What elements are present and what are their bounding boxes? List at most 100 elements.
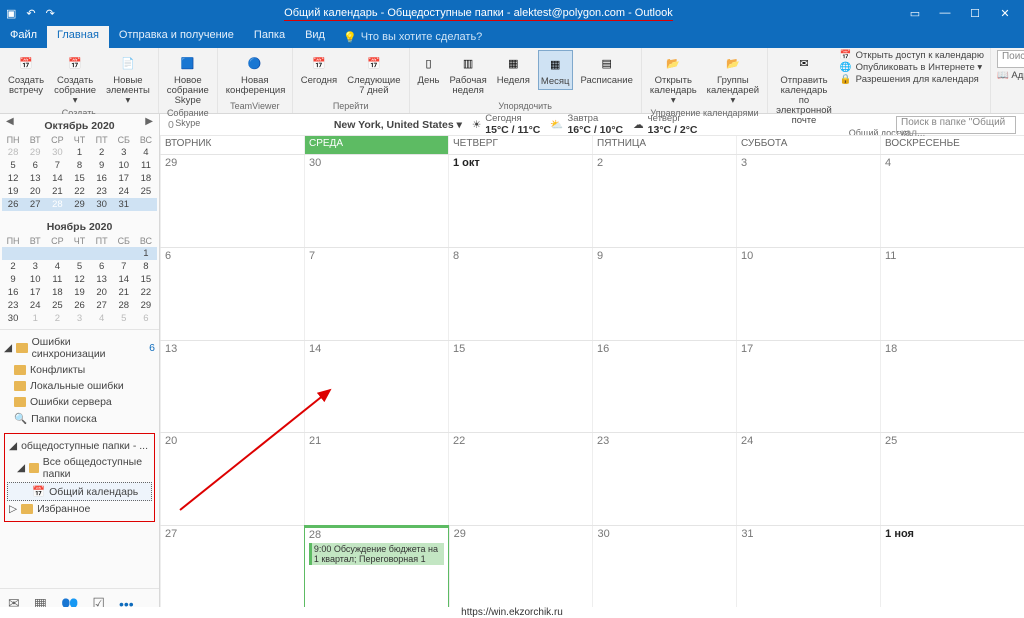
day-cell[interactable]: 29 <box>160 155 304 247</box>
day-cell[interactable]: 27 <box>160 526 304 618</box>
close-button[interactable]: ✕ <box>992 7 1018 20</box>
skype-meeting-button[interactable]: 🟦Новое собрание Skype <box>165 50 211 108</box>
share-links: 📅 Открыть доступ к календарю 🌐 Опубликов… <box>840 50 984 85</box>
group-goto-label: Перейти <box>299 101 403 113</box>
folder-search-input[interactable]: Поиск в папке "Общий кал... <box>896 116 1016 134</box>
month-view-button[interactable]: ▦Месяц <box>538 50 573 90</box>
day-cell[interactable]: 4 <box>880 155 1024 247</box>
sidebar: ◀ ▶ Октябрь 2020 ПНВТСРЧТПТСБВС282930123… <box>0 114 160 618</box>
mini-cal2-grid[interactable]: ПНВТСРЧТПТСБВС12345678910111213141516171… <box>2 235 157 325</box>
day-cell[interactable]: 30 <box>592 526 736 618</box>
public-folders-root[interactable]: ◢ общедоступные папки - ... <box>7 438 152 454</box>
tab-file[interactable]: Файл <box>0 26 47 48</box>
teamviewer-button[interactable]: 🔵Новая конференция <box>224 50 286 98</box>
day-cell[interactable]: 17 <box>736 341 880 433</box>
day-cell[interactable]: 8 <box>448 248 592 340</box>
day-cell[interactable]: 7 <box>304 248 448 340</box>
mini-calendar-nov: Ноябрь 2020 ПНВТСРЧТПТСБВС12345678910111… <box>0 215 159 329</box>
next7days-button[interactable]: 📅Следующие 7 дней <box>345 50 402 98</box>
public-folders-box: ◢ общедоступные папки - ... ◢ Все общедо… <box>4 433 155 522</box>
weather-tomorrow: ⛅ Завтра16°C / 10°C <box>550 113 623 136</box>
day-cell[interactable]: 14 <box>304 341 448 433</box>
day-cell[interactable]: 16 <box>592 341 736 433</box>
permissions-link[interactable]: 🔒 Разрешения для календаря <box>840 74 984 85</box>
tab-sendreceive[interactable]: Отправка и получение <box>109 26 244 48</box>
ribbon: 📅Создать встречу 📅Создать собрание ▾ 📄Но… <box>0 48 1024 114</box>
footer-url: https://win.ekzorchik.ru <box>0 607 1024 618</box>
day-cell[interactable]: 30 <box>304 155 448 247</box>
day-cell[interactable]: 25 <box>880 433 1024 525</box>
day-cell[interactable]: 23 <box>592 433 736 525</box>
day-cell[interactable]: 31 <box>736 526 880 618</box>
mini-calendar-oct: ◀ ▶ Октябрь 2020 ПНВТСРЧТПТСБВС282930123… <box>0 114 159 215</box>
day-view-button[interactable]: ▯День <box>416 50 442 88</box>
tab-view[interactable]: Вид <box>295 26 335 48</box>
weather-day3: ☁ четверг13°C / 2°C <box>633 113 697 136</box>
day-cell[interactable]: 20 <box>160 433 304 525</box>
weather-location[interactable]: New York, United States ▾ <box>334 119 462 131</box>
conflicts-folder[interactable]: Конфликты <box>0 362 159 378</box>
month-grid[interactable]: 29301 окт2346789101113141516171820212223… <box>160 154 1024 618</box>
workweek-view-button[interactable]: ▥Рабочая неделя <box>448 50 489 98</box>
calendar-event[interactable]: 9:00 Обсуждение бюджета на 1 квартал; Пе… <box>309 543 444 565</box>
calendar-main: 0 New York, United States ▾ ☀ Сегодня15°… <box>160 114 1024 618</box>
day-cell[interactable]: 29 <box>449 526 593 618</box>
day-cell[interactable]: 1 ноя <box>880 526 1024 618</box>
group-teamviewer-label: TeamViewer <box>224 101 286 113</box>
address-book-link[interactable]: 📖 Адресная книга <box>997 70 1024 81</box>
shared-calendar-folder[interactable]: 📅 Общий календарь <box>7 482 152 501</box>
new-appointment-button[interactable]: 📅Создать собрание ▾ <box>52 50 98 108</box>
day-cell[interactable]: 21 <box>304 433 448 525</box>
qa-redo[interactable]: ↷ <box>46 7 55 20</box>
new-meeting-button[interactable]: 📅Создать встречу <box>6 50 46 98</box>
open-calendar-button[interactable]: 📂Открыть календарь ▾ <box>648 50 699 108</box>
day-cell[interactable]: 11 <box>880 248 1024 340</box>
day-cell[interactable]: 10 <box>736 248 880 340</box>
search-folders[interactable]: 🔍 Папки поиска <box>0 410 159 427</box>
mini-cal-title: Октябрь 2020 <box>2 118 157 134</box>
tab-home[interactable]: Главная <box>47 26 109 48</box>
sync-errors-folder[interactable]: ◢ Ошибки синхронизации 6 <box>0 334 159 362</box>
calendar-groups-button[interactable]: 📂Группы календарей ▾ <box>705 50 761 108</box>
maximize-button[interactable]: ☐ <box>962 7 988 20</box>
folder-tree: ◢ Ошибки синхронизации 6 Конфликты Локал… <box>0 329 159 588</box>
new-items-button[interactable]: 📄Новые элементы ▾ <box>104 50 152 108</box>
group-arrange-label: Упорядочить <box>416 101 635 113</box>
day-headers: ВТОРНИКСРЕДАЧЕТВЕРГПЯТНИЦАСУББОТАВОСКРЕС… <box>160 136 1024 154</box>
day-cell[interactable]: 9 <box>592 248 736 340</box>
day-cell[interactable]: 289:00 Обсуждение бюджета на 1 квартал; … <box>304 526 449 618</box>
all-public-folders[interactable]: ◢ Все общедоступные папки <box>7 454 152 482</box>
search-people-input[interactable]: Поиск людей <box>997 50 1024 68</box>
app-icon: ▣ <box>6 7 16 20</box>
favorites-folder[interactable]: ▷ Избранное <box>7 501 152 517</box>
group-find-label: Найти <box>997 101 1024 113</box>
window-title: Общий календарь - Общедоступные папки - … <box>55 7 902 19</box>
weather-today: ☀ Сегодня15°C / 11°C <box>472 113 541 136</box>
day-cell[interactable]: 13 <box>160 341 304 433</box>
today-button[interactable]: 📅Сегодня <box>299 50 339 88</box>
schedule-view-button[interactable]: ▤Расписание <box>579 50 635 88</box>
minimize-button[interactable]: — <box>932 7 958 20</box>
day-cell[interactable]: 15 <box>448 341 592 433</box>
day-cell[interactable]: 3 <box>736 155 880 247</box>
day-cell[interactable]: 18 <box>880 341 1024 433</box>
ribbon-options[interactable]: ▭ <box>902 7 928 20</box>
day-cell[interactable]: 1 окт <box>448 155 592 247</box>
day-cell[interactable]: 24 <box>736 433 880 525</box>
ribbon-tabs: Файл Главная Отправка и получение Папка … <box>0 26 1024 48</box>
publish-online-link[interactable]: 🌐 Опубликовать в Интернете ▾ <box>840 62 984 73</box>
mini-cal2-title: Ноябрь 2020 <box>2 219 157 235</box>
day-cell[interactable]: 2 <box>592 155 736 247</box>
mini-cal-grid[interactable]: ПНВТСРЧТПТСБВС28293012345678910111213141… <box>2 134 157 211</box>
location-weather-bar: 0 New York, United States ▾ ☀ Сегодня15°… <box>160 114 1024 136</box>
qa-undo[interactable]: ↶ <box>26 7 35 20</box>
day-cell[interactable]: 6 <box>160 248 304 340</box>
day-cell[interactable]: 22 <box>448 433 592 525</box>
server-errors-folder[interactable]: Ошибки сервера <box>0 394 159 410</box>
tab-folder[interactable]: Папка <box>244 26 295 48</box>
tell-me-search[interactable]: 💡 Что вы хотите сделать? <box>335 26 490 48</box>
title-bar: ▣ ↶ ↷ Общий календарь - Общедоступные па… <box>0 0 1024 26</box>
share-access-link[interactable]: 📅 Открыть доступ к календарю <box>840 50 984 61</box>
local-errors-folder[interactable]: Локальные ошибки <box>0 378 159 394</box>
week-view-button[interactable]: ▦Неделя <box>495 50 532 88</box>
